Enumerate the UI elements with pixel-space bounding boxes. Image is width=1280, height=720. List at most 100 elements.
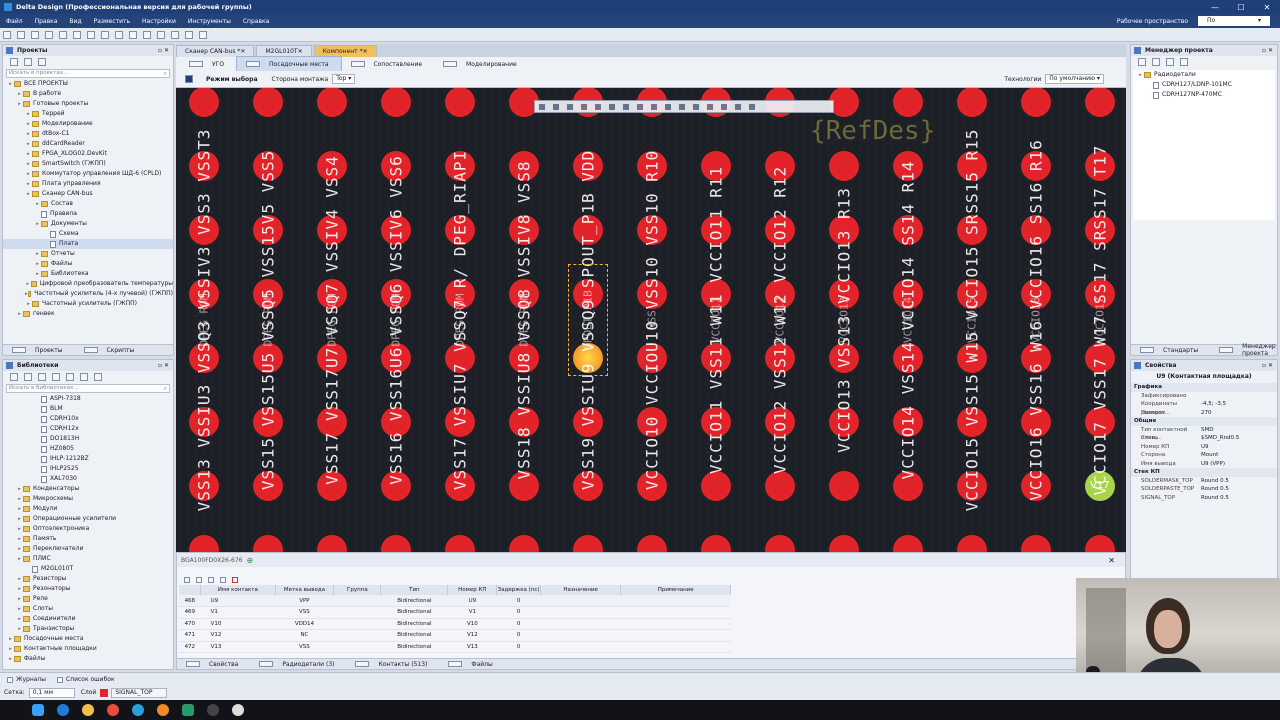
route-icon[interactable]: [539, 103, 545, 110]
close-button[interactable]: ✕: [1254, 3, 1280, 12]
table-cell-pad[interactable]: U9: [447, 595, 497, 607]
align-icon[interactable]: [595, 103, 601, 110]
projects-tree-item[interactable]: ▸ Документы: [3, 219, 173, 229]
workspace-select[interactable]: По умолчанию▾: [1198, 16, 1270, 34]
new-icon[interactable]: [3, 30, 11, 39]
zoom-icon[interactable]: [157, 30, 165, 39]
expand-chevron-icon[interactable]: ▸: [25, 109, 32, 119]
delete-icon[interactable]: [143, 30, 151, 39]
expand-chevron-icon[interactable]: ▸: [16, 99, 23, 109]
menu-settings[interactable]: Настройки: [136, 18, 182, 25]
project-manager-tree-item[interactable]: ▸ Радиодетали: [1133, 70, 1275, 80]
table-cell-name[interactable]: U9: [200, 595, 276, 607]
pcb-canvas[interactable]: DPEG ROM VSS13 VSSIU3 VSSQ3 VSSIV3 VSS3 V…: [176, 88, 1126, 552]
delta-design-icon[interactable]: [182, 704, 194, 716]
table-cell-group[interactable]: [333, 629, 381, 642]
windows-icon[interactable]: [32, 704, 44, 716]
table-cell-type[interactable]: Bidirectional: [380, 606, 448, 619]
table-cell-delay[interactable]: 0: [496, 618, 541, 630]
table-cell-name[interactable]: V1: [200, 606, 276, 619]
projects-tree-item[interactable]: Схема: [3, 229, 173, 239]
projects-tree-item[interactable]: ▸ ddCardReader: [3, 139, 173, 149]
panel-close-icon[interactable]: ▫ ✕: [1262, 360, 1273, 371]
property-value[interactable]: SMD: [1201, 426, 1213, 435]
via-icon[interactable]: [553, 103, 559, 110]
expand-chevron-icon[interactable]: ▸: [16, 514, 23, 524]
libraries-tree-item[interactable]: ▸ Конденсаторы: [3, 484, 173, 494]
refresh-icon[interactable]: [24, 373, 32, 381]
libraries-tree-item[interactable]: CDRH12x: [3, 424, 173, 434]
menu-edit[interactable]: Правка: [29, 18, 64, 25]
column-header[interactable]: Номер КП: [447, 585, 498, 595]
libraries-tree-item[interactable]: ▸ Резонаторы: [3, 584, 173, 594]
property-row[interactable]: Координаты располо... -4,5; -3,5: [1131, 400, 1277, 416]
expand-chevron-icon[interactable]: ▸: [16, 89, 23, 99]
indent-icon[interactable]: [196, 577, 202, 583]
table-cell-empty[interactable]: [540, 641, 621, 653]
bottom-tab[interactable]: Свойства: [177, 661, 250, 668]
layer-select[interactable]: SIGNAL_TOP: [111, 687, 168, 698]
table-cell-n[interactable]: 469: [179, 606, 201, 619]
libraries-search-input[interactable]: Искать в библиотеках... ⌕: [6, 384, 170, 393]
libraries-tree-item[interactable]: ▸ Слоты: [3, 604, 173, 614]
obs-icon[interactable]: [207, 704, 219, 716]
column-header[interactable]: Тип: [380, 585, 449, 595]
filter-icon[interactable]: [220, 577, 226, 583]
libraries-tree-item[interactable]: BLM: [3, 404, 173, 414]
projects-tree-item[interactable]: ▸ Моделирование: [3, 119, 173, 129]
projects-tree-item[interactable]: ▸ Состав: [3, 199, 173, 209]
table-icon[interactable]: [1180, 58, 1188, 66]
expand-chevron-icon[interactable]: ▸: [25, 169, 32, 179]
property-value[interactable]: $SMD_Rnd0.5: [1201, 434, 1239, 443]
mount-side-select[interactable]: Top ▾: [332, 74, 356, 84]
table-cell-empty[interactable]: [540, 618, 621, 630]
libraries-tree-item[interactable]: ▸ Резисторы: [3, 574, 173, 584]
bottom-tab[interactable]: Контакты (513): [346, 661, 439, 668]
refresh-icon[interactable]: [24, 58, 32, 66]
sub-tab[interactable]: Сопоставление: [342, 57, 435, 72]
libraries-tree-item[interactable]: HZ0805: [3, 444, 173, 454]
pad-icon[interactable]: [637, 103, 643, 110]
measure-icon[interactable]: [623, 103, 629, 110]
property-value[interactable]: U9: [1201, 443, 1209, 452]
menu-tools[interactable]: Инструменты: [182, 18, 237, 25]
select-mode-button[interactable]: Режим выбора: [206, 76, 258, 83]
table-cell-delay[interactable]: 0: [496, 629, 541, 642]
libraries-tree-item[interactable]: ▸ Операционные усилители: [3, 514, 173, 524]
expand-chevron-icon[interactable]: ▸: [16, 614, 23, 624]
table-cell-n[interactable]: 468: [179, 595, 201, 607]
firefox-icon[interactable]: [157, 704, 169, 716]
paste-icon[interactable]: [129, 30, 137, 39]
move-icon[interactable]: [567, 103, 573, 110]
expand-chevron-icon[interactable]: ▸: [7, 654, 14, 664]
expand-chevron-icon[interactable]: ▸: [25, 159, 32, 169]
table-cell-group[interactable]: [333, 618, 381, 630]
projects-tree-item[interactable]: ▸ FPGA_XLOG02.DevKit: [3, 149, 173, 159]
projects-tree-item[interactable]: ▸ Сканер CAN-bus: [3, 189, 173, 199]
tab-projects[interactable]: Проекты: [3, 347, 75, 354]
sub-tab[interactable]: УГО: [180, 57, 236, 72]
sub-tab[interactable]: Моделирование: [434, 57, 529, 72]
table-cell-group[interactable]: [333, 641, 381, 653]
table-row[interactable]: 469 V1 VSS Bidirectional V1 0: [179, 606, 731, 619]
maximize-button[interactable]: ☐: [1228, 3, 1254, 12]
libraries-tree-item[interactable]: ▸ Оптоэлектроника: [3, 524, 173, 534]
table-cell-delay[interactable]: 0: [496, 641, 541, 653]
projects-tree-item[interactable]: Правила: [3, 209, 173, 219]
menu-place[interactable]: Разместить: [88, 18, 136, 25]
tab-standards[interactable]: Стандарты: [1131, 347, 1210, 354]
expand-chevron-icon[interactable]: ▸: [16, 309, 23, 319]
expand-chevron-icon[interactable]: ▸: [16, 484, 23, 494]
projects-tree-item[interactable]: ▸ dtBox-C1: [3, 129, 173, 139]
projects-tree-item[interactable]: ▸ SmartSwitch (ГЖПП): [3, 159, 173, 169]
rotate-icon[interactable]: [581, 103, 587, 110]
panel-close-icon[interactable]: ▫ ✕: [158, 360, 169, 371]
projects-tree-item[interactable]: ▸ Плата управления: [3, 179, 173, 189]
libraries-tree-item[interactable]: ▸ Переключатели: [3, 544, 173, 554]
expand-chevron-icon[interactable]: ▸: [1137, 70, 1144, 80]
expand-chevron-icon[interactable]: ▸: [34, 269, 41, 279]
select-icon[interactable]: [171, 30, 179, 39]
expand-chevron-icon[interactable]: ▸: [16, 504, 23, 514]
property-row[interactable]: Зафиксировано: [1131, 392, 1277, 401]
property-value[interactable]: Round 0.5: [1201, 477, 1229, 486]
